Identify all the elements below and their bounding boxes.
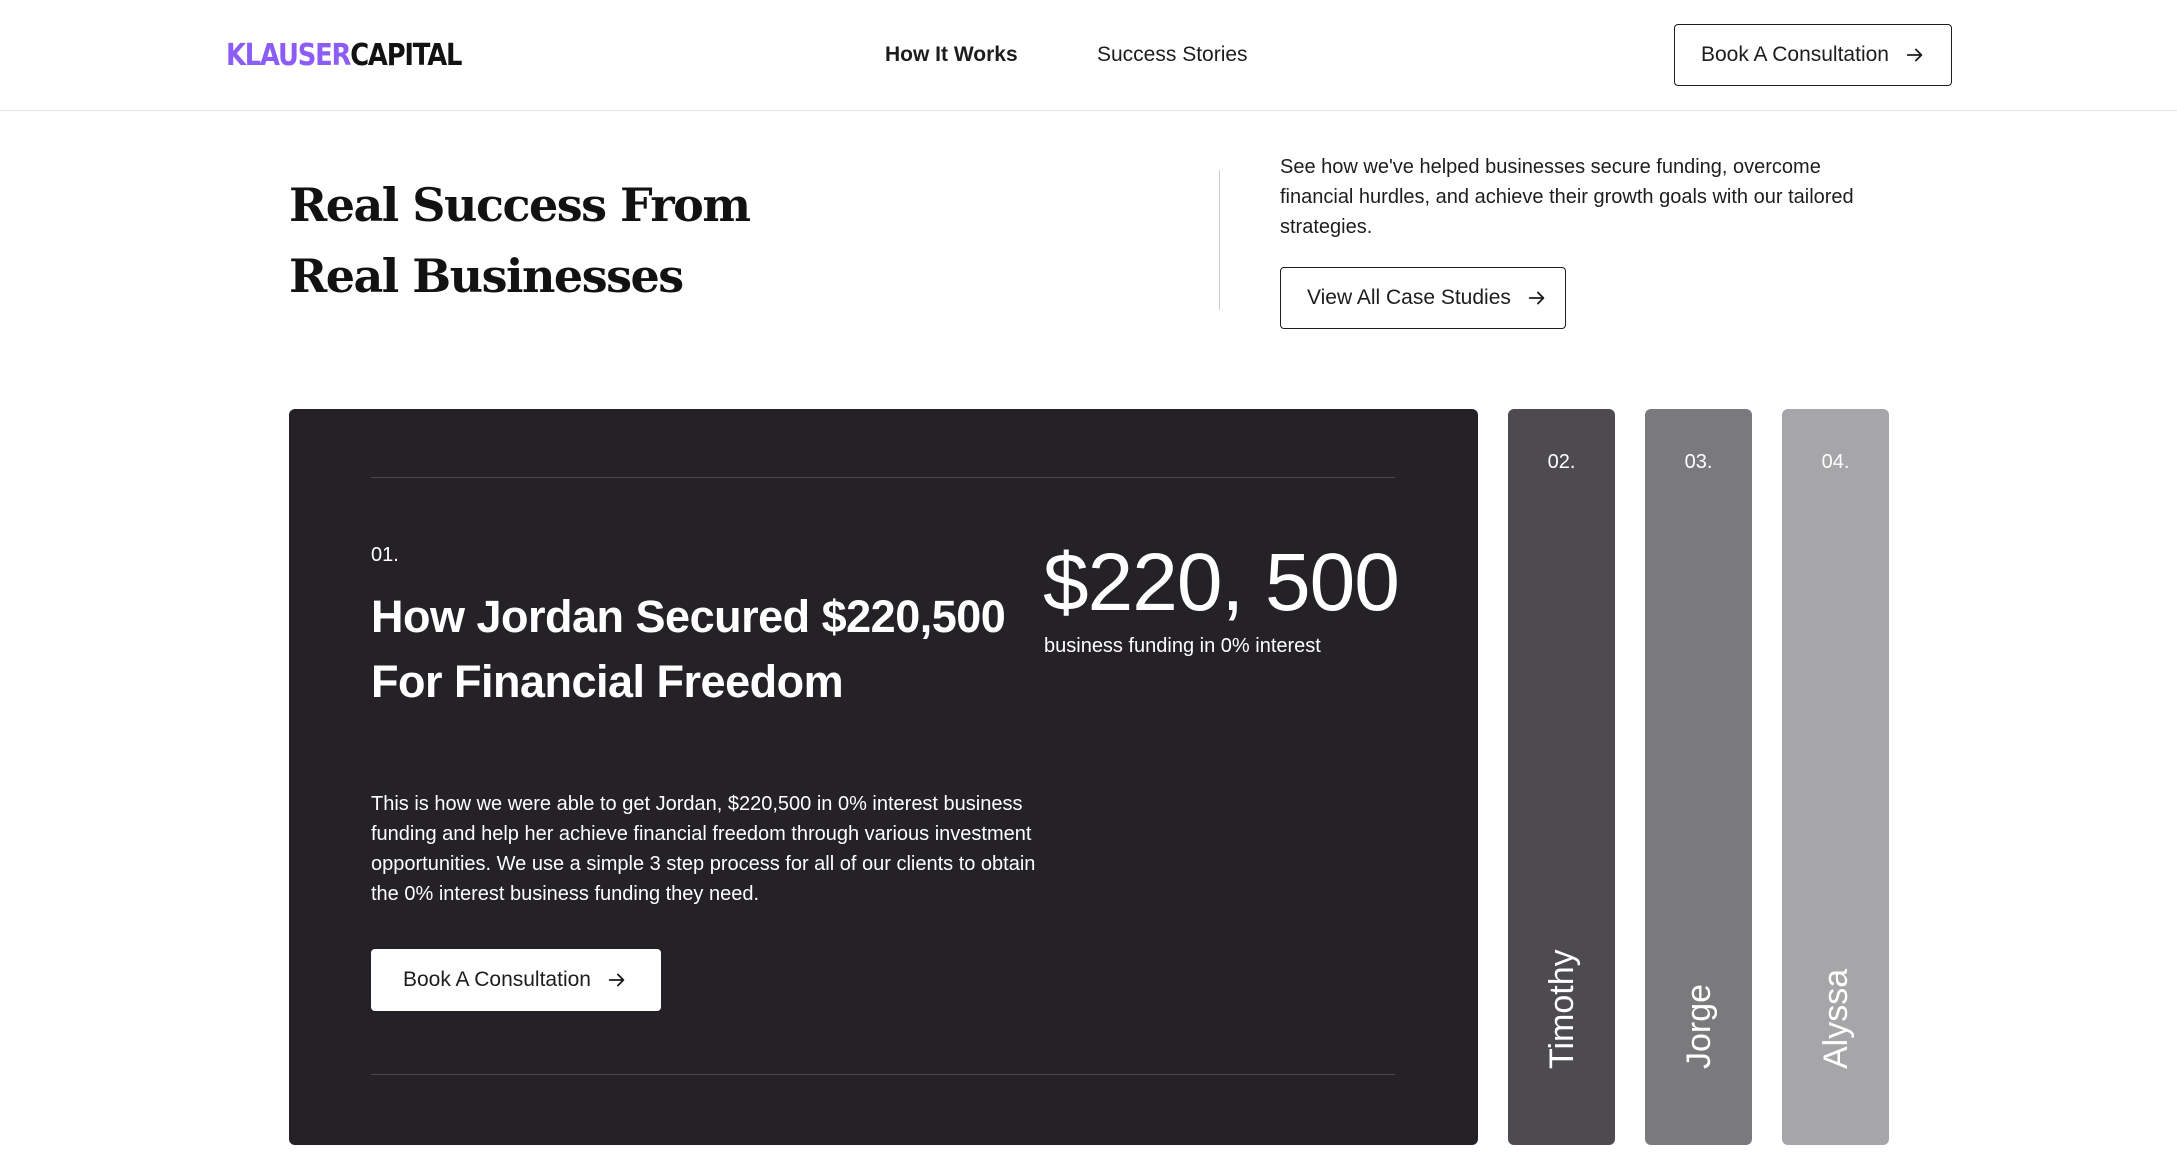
funding-amount: $220, 500 bbox=[1043, 537, 1400, 628]
logo-primary: KLAUSER bbox=[226, 38, 351, 73]
case-number: 01. bbox=[371, 544, 399, 566]
arrow-right-icon bbox=[1528, 291, 1545, 305]
nav-how-it-works[interactable]: How It Works bbox=[885, 42, 1018, 68]
funding-amount-label: business funding in 0% interest bbox=[1044, 635, 1321, 657]
tab-number: 02. bbox=[1547, 451, 1576, 473]
nav-success-stories[interactable]: Success Stories bbox=[1097, 42, 1248, 68]
case-tab-jorge[interactable]: 03. Jorge bbox=[1645, 409, 1752, 1145]
tab-client-name: Jorge bbox=[1679, 983, 1718, 1069]
card-book-consultation-label: Book A Consultation bbox=[403, 968, 591, 991]
view-all-case-studies-label: View All Case Studies bbox=[1307, 286, 1511, 309]
header-book-consultation-label: Book A Consultation bbox=[1701, 43, 1889, 66]
header-book-consultation-button[interactable]: Book A Consultation bbox=[1674, 24, 1952, 86]
case-description: This is how we were able to get Jordan, … bbox=[371, 793, 1036, 905]
section-title-line-2: Real Businesses bbox=[289, 249, 684, 303]
tab-client-name: Timothy bbox=[1542, 949, 1581, 1069]
intro-description: See how we've helped businesses secure f… bbox=[1280, 156, 1854, 238]
tab-number: 03. bbox=[1684, 451, 1713, 473]
section-title-line-1: Real Success From bbox=[289, 178, 751, 232]
vertical-divider bbox=[1219, 170, 1220, 310]
tab-client-name: Alyssa bbox=[1816, 968, 1855, 1069]
tab-number: 04. bbox=[1821, 451, 1850, 473]
case-tab-alyssa[interactable]: 04. Alyssa bbox=[1782, 409, 1889, 1145]
view-all-case-studies-button[interactable]: View All Case Studies bbox=[1280, 267, 1566, 329]
featured-case-study-card: 01. How Jordan Secured $220,500 For Fina… bbox=[289, 409, 1478, 1145]
arrow-right-icon bbox=[1906, 48, 1923, 62]
arrow-right-icon bbox=[608, 973, 625, 987]
card-book-consultation-button[interactable]: Book A Consultation bbox=[371, 949, 661, 1011]
logo-secondary: CAPITAL bbox=[350, 38, 462, 73]
case-tab-timothy[interactable]: 02. Timothy bbox=[1508, 409, 1615, 1145]
card-divider-top bbox=[371, 477, 1395, 478]
case-title: How Jordan Secured $220,500 For Financia… bbox=[371, 591, 1006, 707]
logo[interactable]: KLAUSERCAPITAL bbox=[226, 38, 462, 74]
card-divider-bottom bbox=[371, 1074, 1395, 1075]
site-header: KLAUSERCAPITAL How It Works Success Stor… bbox=[0, 0, 2177, 111]
